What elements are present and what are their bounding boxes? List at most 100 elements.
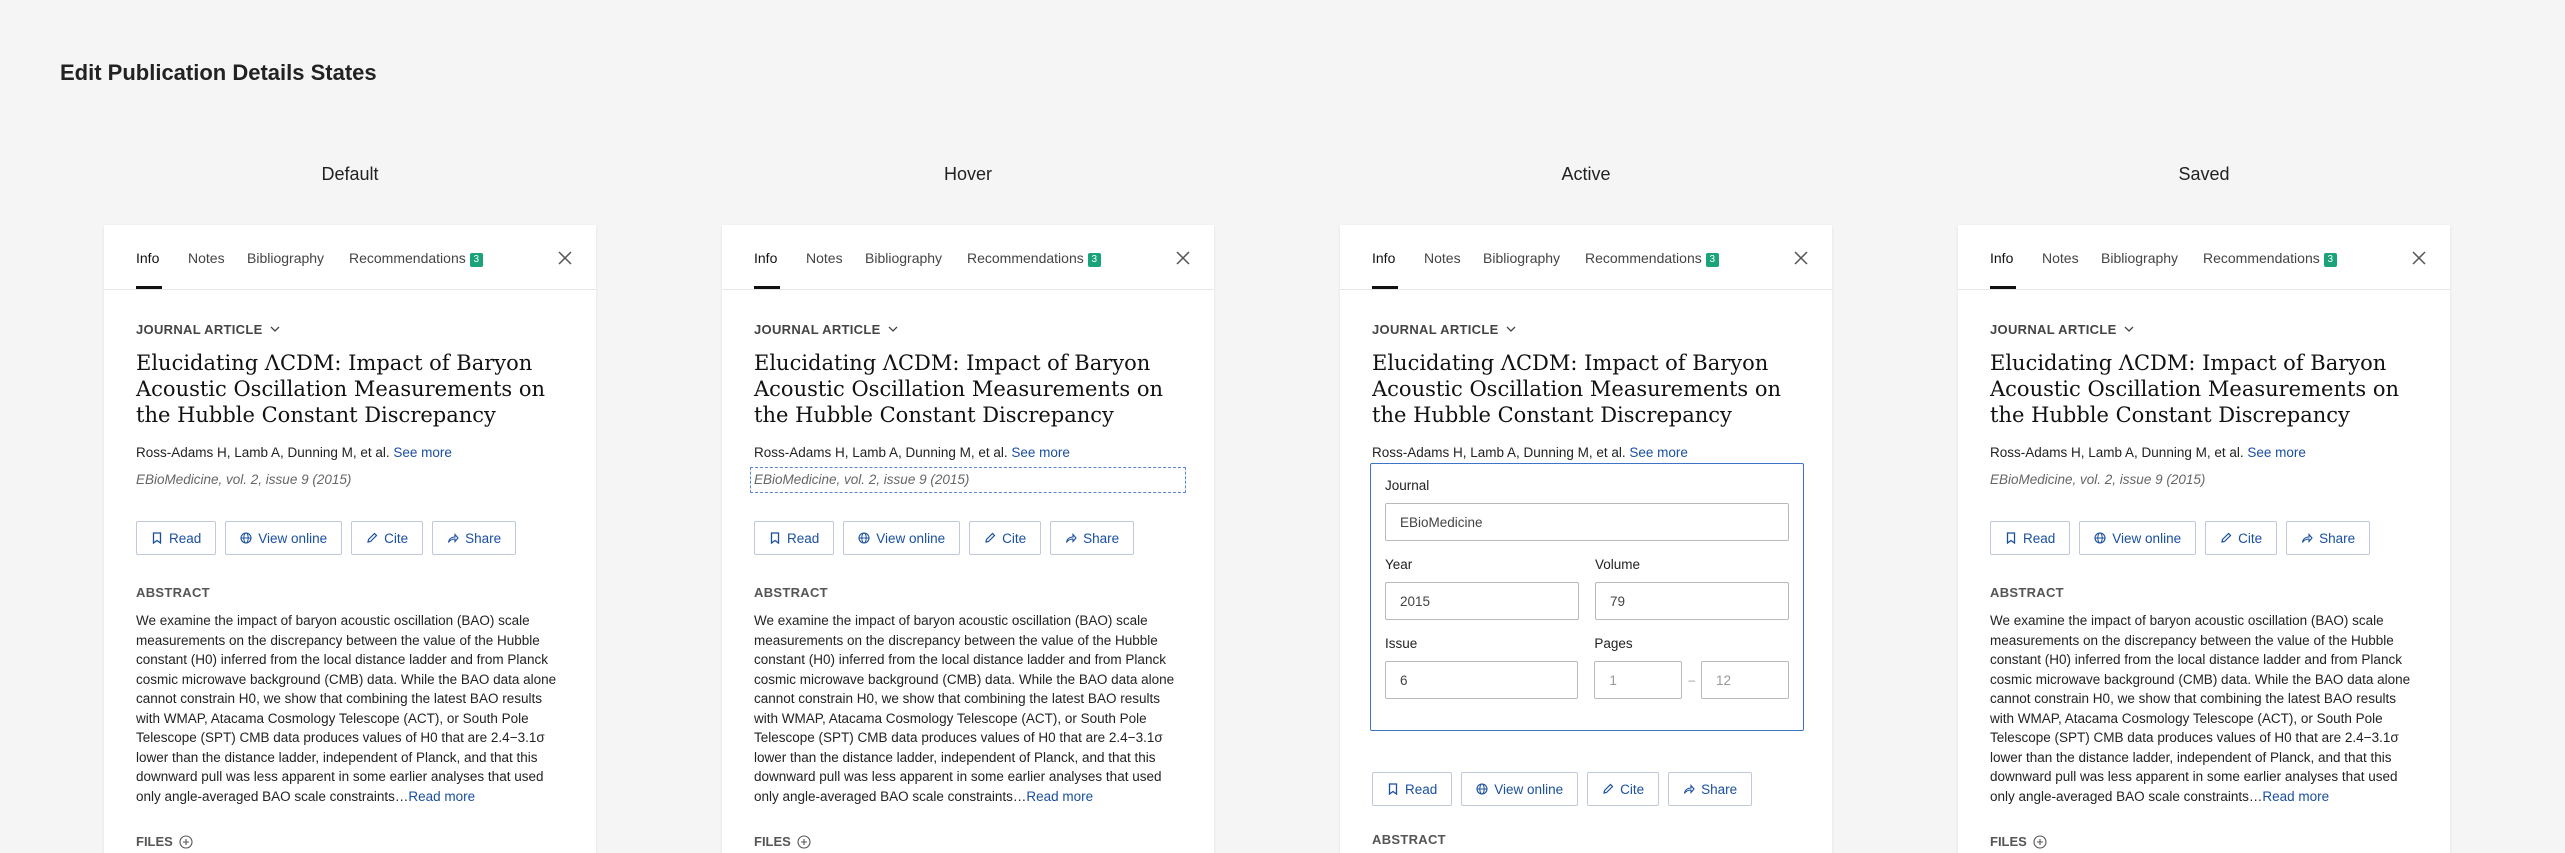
chevron-down-icon	[270, 326, 280, 332]
tab-notes[interactable]: Notes	[188, 250, 225, 266]
add-file-icon[interactable]	[179, 834, 193, 849]
files-label: FILES	[136, 834, 173, 849]
cite-button[interactable]: Cite	[2205, 521, 2278, 555]
page-title: Edit Publication Details States	[60, 60, 377, 85]
tab-bibliography[interactable]: Bibliography	[1483, 250, 1560, 266]
share-button[interactable]: Share	[432, 521, 517, 555]
tab-info[interactable]: Info	[136, 250, 159, 266]
publication-type-selector[interactable]: JOURNAL ARTICLE	[1372, 320, 1800, 338]
read-more-link[interactable]: Read more	[1026, 789, 1093, 804]
journal-details[interactable]: EBioMedicine, vol. 2, issue 9 (2015)	[1990, 471, 2418, 489]
see-more-link[interactable]: See more	[393, 445, 452, 460]
publication-type-label: JOURNAL ARTICLE	[754, 321, 881, 337]
tab-bibliography[interactable]: Bibliography	[2101, 250, 2178, 266]
read-more-link[interactable]: Read more	[2262, 789, 2329, 804]
journal-input[interactable]: EBioMedicine	[1385, 503, 1789, 541]
publication-type-label: JOURNAL ARTICLE	[1372, 321, 1499, 337]
view-online-button[interactable]: View online	[225, 521, 343, 555]
active-tab-indicator	[1372, 286, 1398, 289]
journal-field-label: Journal	[1385, 478, 1430, 493]
view-online-button[interactable]: View online	[2079, 521, 2197, 555]
share-button[interactable]: Share	[2286, 521, 2371, 555]
volume-field-label: Volume	[1595, 557, 1641, 572]
abstract-label: ABSTRACT	[1990, 585, 2064, 600]
tab-info[interactable]: Info	[754, 250, 777, 266]
year-input[interactable]: 2015	[1385, 582, 1579, 620]
publication-type-label: JOURNAL ARTICLE	[1990, 321, 2117, 337]
action-buttons: Read View online Cite Share	[1990, 521, 2418, 555]
active-tab-indicator	[754, 286, 780, 289]
publication-type-selector[interactable]: JOURNAL ARTICLE	[136, 320, 564, 338]
authors-text: Ross-Adams H, Lamb A, Dunning M, et al.	[136, 445, 390, 460]
pages-separator: –	[1688, 673, 1695, 687]
tab-bibliography[interactable]: Bibliography	[247, 250, 324, 266]
tab-info[interactable]: Info	[1990, 250, 2013, 266]
action-buttons: Read View online Cite Share	[754, 521, 1182, 555]
share-button-label: Share	[2319, 530, 2356, 546]
publication-type-selector[interactable]: JOURNAL ARTICLE	[1990, 320, 2418, 338]
article-title: Elucidating ΛCDM: Impact of Baryon Acous…	[136, 351, 546, 427]
tab-recommendations[interactable]: Recommendations 3	[2203, 250, 2337, 267]
tab-bibliography[interactable]: Bibliography	[865, 250, 942, 266]
read-icon	[1388, 783, 1398, 795]
tab-notes[interactable]: Notes	[2042, 250, 2079, 266]
tab-notes[interactable]: Notes	[806, 250, 843, 266]
journal-details[interactable]: EBioMedicine, vol. 2, issue 9 (2015)	[750, 467, 1186, 493]
view-online-button-label: View online	[1494, 781, 1564, 797]
read-more-link[interactable]: Read more	[408, 789, 475, 804]
chevron-down-icon	[1506, 326, 1516, 332]
abstract-text: We examine the impact of baryon acoustic…	[754, 611, 1182, 806]
publication-type-selector[interactable]: JOURNAL ARTICLE	[754, 320, 1182, 338]
pages-end-input[interactable]: 12	[1701, 661, 1789, 699]
abstract-text: We examine the impact of baryon acoustic…	[136, 611, 564, 806]
abstract-label: ABSTRACT	[1372, 832, 1446, 847]
pencil-icon	[367, 532, 378, 543]
close-icon[interactable]	[2410, 249, 2428, 267]
pencil-icon	[2221, 532, 2232, 543]
close-icon[interactable]	[556, 249, 574, 267]
authors: Ross-Adams H, Lamb A, Dunning M, et al. …	[1990, 444, 2418, 462]
globe-icon	[2094, 532, 2106, 544]
pages-start-input[interactable]: 1	[1594, 661, 1683, 699]
pages-field-label: Pages	[1594, 636, 1633, 651]
tab-info[interactable]: Info	[1372, 250, 1395, 266]
authors-text: Ross-Adams H, Lamb A, Dunning M, et al.	[754, 445, 1008, 460]
cite-button-label: Cite	[2238, 530, 2263, 546]
abstract-body: We examine the impact of baryon acoustic…	[136, 613, 557, 804]
see-more-link[interactable]: See more	[1629, 445, 1688, 460]
authors-text: Ross-Adams H, Lamb A, Dunning M, et al.	[1990, 445, 2244, 460]
recommendations-count-badge: 3	[1087, 253, 1101, 267]
read-button[interactable]: Read	[754, 521, 835, 555]
share-button[interactable]: Share	[1668, 772, 1753, 806]
cite-button[interactable]: Cite	[1587, 772, 1660, 806]
journal-details[interactable]: EBioMedicine, vol. 2, issue 9 (2015)	[136, 471, 564, 489]
add-file-icon[interactable]	[797, 834, 811, 849]
cite-button[interactable]: Cite	[351, 521, 424, 555]
read-button[interactable]: Read	[136, 521, 217, 555]
panel-active: Info Notes Bibliography Recommendations 3…	[1340, 225, 1832, 853]
issue-input[interactable]: 6	[1385, 661, 1579, 699]
abstract-body: We examine the impact of baryon acoustic…	[1990, 613, 2411, 804]
share-button-label: Share	[1701, 781, 1738, 797]
read-button-label: Read	[1405, 781, 1438, 797]
action-buttons: Read View online Cite Share	[1372, 772, 1800, 806]
tab-recommendations[interactable]: Recommendations 3	[1585, 250, 1719, 267]
view-online-button[interactable]: View online	[843, 521, 961, 555]
volume-input[interactable]: 79	[1595, 582, 1789, 620]
tab-notes[interactable]: Notes	[1424, 250, 1461, 266]
see-more-link[interactable]: See more	[1011, 445, 1070, 460]
pencil-icon	[1603, 783, 1614, 794]
tab-recommendations[interactable]: Recommendations 3	[349, 250, 483, 267]
see-more-link[interactable]: See more	[2247, 445, 2306, 460]
share-button[interactable]: Share	[1050, 521, 1135, 555]
read-button[interactable]: Read	[1372, 772, 1453, 806]
close-icon[interactable]	[1174, 249, 1192, 267]
add-file-icon[interactable]	[2033, 834, 2047, 849]
tab-recommendations[interactable]: Recommendations 3	[967, 250, 1101, 267]
state-label-saved: Saved	[2178, 164, 2230, 184]
close-icon[interactable]	[1792, 249, 1810, 267]
read-button[interactable]: Read	[1990, 521, 2071, 555]
view-online-button[interactable]: View online	[1461, 772, 1579, 806]
publication-type-label: JOURNAL ARTICLE	[136, 321, 263, 337]
cite-button[interactable]: Cite	[969, 521, 1042, 555]
